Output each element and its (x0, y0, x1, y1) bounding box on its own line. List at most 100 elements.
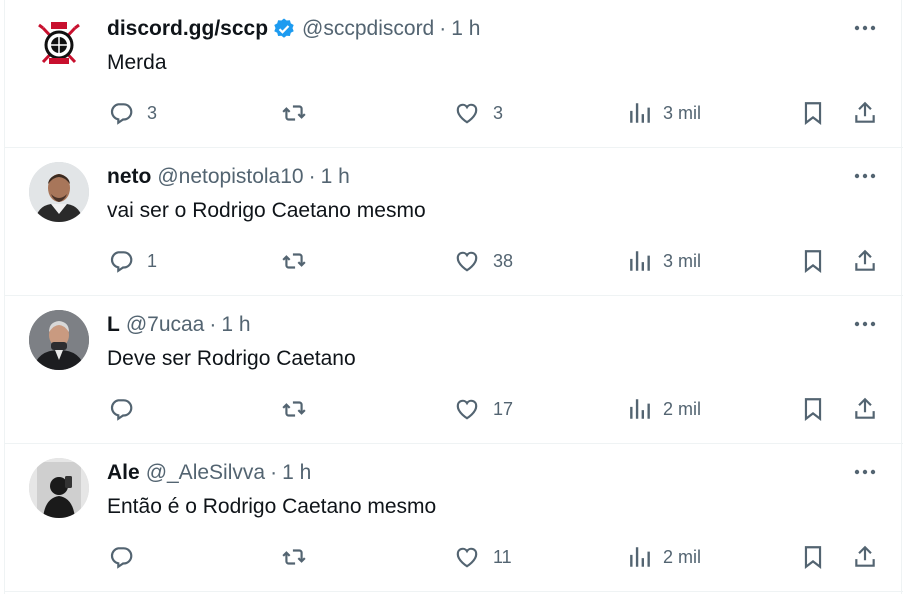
share-icon (855, 101, 875, 123)
like-count: 3 (493, 102, 504, 123)
more-button[interactable] (851, 16, 879, 40)
reply-button[interactable] (108, 392, 147, 426)
action-bar: 11 2 mil (5, 540, 903, 574)
separator-dot: · (439, 17, 447, 40)
share-button[interactable] (852, 96, 878, 130)
more-icon (854, 25, 876, 31)
views-count: 2 mil (663, 546, 702, 567)
like-count: 17 (493, 398, 514, 419)
mirror-selfie-photo-icon (29, 458, 89, 518)
like-icon (456, 547, 478, 568)
action-bar: 17 2 mil (5, 392, 903, 426)
action-bar: 3 3 3 mil (5, 96, 903, 130)
handle[interactable]: @_AleSilvva (146, 461, 265, 485)
avatar[interactable] (29, 458, 89, 518)
views-button[interactable]: 3 mil (627, 244, 701, 278)
player-photo-icon (29, 162, 89, 222)
reply-button[interactable]: 1 (108, 244, 157, 278)
tweet-text: Então é o Rodrigo Caetano mesmo (107, 495, 437, 518)
like-button[interactable]: 38 (454, 244, 513, 278)
more-button[interactable] (851, 312, 879, 336)
verified-badge-icon (272, 17, 296, 41)
like-icon (456, 251, 478, 272)
like-icon (456, 103, 478, 124)
display-name[interactable]: Ale (107, 461, 140, 485)
tweet-header: L @7ucaa · 1 h (107, 311, 251, 339)
share-button[interactable] (852, 244, 878, 278)
separator-dot: · (308, 165, 316, 188)
tweet[interactable]: discord.gg/sccp @sccpdiscord · 1 h Merda… (5, 0, 903, 148)
more-icon (854, 469, 876, 475)
reply-count: 1 (147, 250, 158, 271)
retweet-button[interactable] (281, 96, 320, 130)
views-icon (630, 399, 650, 419)
bookmark-button[interactable] (800, 540, 826, 574)
handle[interactable]: @sccpdiscord (302, 17, 434, 41)
share-button[interactable] (852, 392, 878, 426)
like-button[interactable]: 11 (454, 540, 512, 574)
tweet-header: neto @netopistola10 · 1 h (107, 163, 350, 191)
display-name[interactable]: L (107, 313, 120, 337)
avatar[interactable] (29, 310, 89, 370)
more-icon (854, 173, 876, 179)
display-name[interactable]: discord.gg/sccp (107, 17, 268, 41)
tweet-header: discord.gg/sccp @sccpdiscord · 1 h (107, 15, 480, 43)
retweet-icon (282, 549, 306, 565)
views-button[interactable]: 3 mil (627, 96, 701, 130)
corinthians-crest-icon (38, 22, 80, 64)
tweet-text: vai ser o Rodrigo Caetano mesmo (107, 199, 426, 222)
views-button[interactable]: 2 mil (627, 540, 701, 574)
reply-count: 3 (147, 102, 158, 123)
timestamp[interactable]: 1 h (451, 17, 480, 41)
action-bar: 1 38 3 mil (5, 244, 903, 278)
avatar[interactable] (29, 162, 89, 222)
avatar[interactable] (29, 14, 89, 74)
views-icon (630, 547, 650, 567)
like-icon (456, 399, 478, 420)
tweet[interactable]: L @7ucaa · 1 h Deve ser Rodrigo Caetano … (5, 296, 903, 444)
views-button[interactable]: 2 mil (627, 392, 701, 426)
timeline: discord.gg/sccp @sccpdiscord · 1 h Merda… (4, 0, 903, 594)
reply-button[interactable] (108, 540, 147, 574)
retweet-icon (282, 401, 306, 417)
more-icon (854, 321, 876, 327)
share-icon (855, 249, 875, 271)
like-count: 11 (493, 546, 512, 567)
tweet[interactable]: neto @netopistola10 · 1 h vai ser o Rodr… (5, 148, 903, 296)
handle[interactable]: @7ucaa (126, 313, 205, 337)
retweet-button[interactable] (281, 392, 320, 426)
tweet-text: Deve ser Rodrigo Caetano (107, 347, 356, 370)
separator-dot: · (209, 313, 217, 336)
like-button[interactable]: 17 (454, 392, 513, 426)
tweet-text: Merda (107, 51, 167, 74)
bookmark-button[interactable] (800, 96, 826, 130)
separator-dot: · (270, 461, 278, 484)
share-button[interactable] (852, 540, 878, 574)
reply-icon (110, 399, 133, 421)
reply-button[interactable]: 3 (108, 96, 157, 130)
retweet-button[interactable] (281, 540, 320, 574)
man-in-suit-photo-icon (29, 310, 89, 370)
bookmark-icon (804, 398, 822, 421)
more-button[interactable] (851, 460, 879, 484)
bookmark-button[interactable] (800, 244, 826, 278)
views-count: 2 mil (663, 398, 702, 419)
bookmark-button[interactable] (800, 392, 826, 426)
reply-icon (110, 103, 133, 125)
bookmark-icon (804, 546, 822, 569)
tweet[interactable]: Ale @_AleSilvva · 1 h Então é o Rodrigo … (5, 444, 903, 592)
timestamp[interactable]: 1 h (321, 165, 350, 189)
tweet-header: Ale @_AleSilvva · 1 h (107, 459, 311, 487)
reply-icon (110, 251, 133, 273)
more-button[interactable] (851, 164, 879, 188)
handle[interactable]: @netopistola10 (157, 165, 303, 189)
like-button[interactable]: 3 (454, 96, 503, 130)
retweet-button[interactable] (281, 244, 320, 278)
display-name[interactable]: neto (107, 165, 151, 189)
share-icon (855, 397, 875, 419)
views-count: 3 mil (663, 102, 702, 123)
timestamp[interactable]: 1 h (282, 461, 311, 485)
views-count: 3 mil (663, 250, 702, 271)
timestamp[interactable]: 1 h (221, 313, 250, 337)
reply-icon (110, 547, 133, 569)
